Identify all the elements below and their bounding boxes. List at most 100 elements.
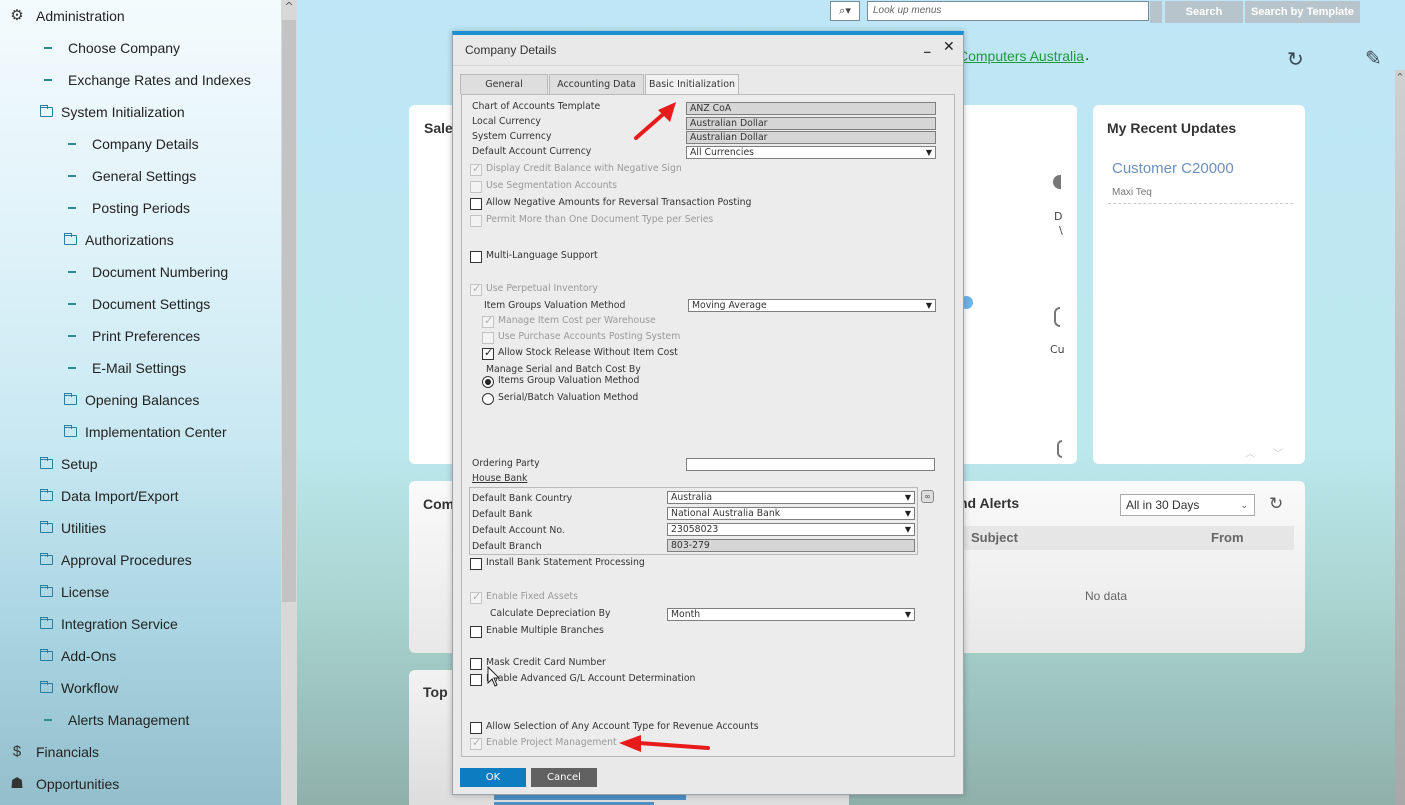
close-icon[interactable]: ✕ [943,39,955,55]
checkbox [482,332,494,344]
tab-basic-initialization[interactable]: Basic Initialization [645,74,739,95]
default-bank-select[interactable]: National Australia Bank ▼ [667,507,915,520]
recent-updates-card: My Recent Updates Customer C20000 Maxi T… [1093,105,1305,464]
dropdown-arrow-icon[interactable]: ▼ [905,508,911,519]
opportunities-icon: ☗ [10,775,24,792]
scroll-up-icon[interactable]: ^ [283,0,295,16]
calculate-depreciation-select-value: Month [671,609,701,620]
calculate-depreciation-select[interactable]: Month ▼ [667,608,915,621]
alerts-period-select[interactable]: All in 30 Days ⌄ [1120,494,1255,516]
default-account-currency-select[interactable]: All Currencies ▼ [686,146,936,159]
column-header-subject[interactable]: Subject [971,530,1018,545]
default-account-currency-label: Default Account Currency [472,146,592,157]
sidebar-item[interactable]: Data Import/Export [40,484,179,508]
default-account-no-select-value: 23058023 [671,524,719,535]
checkbox[interactable]: ✓ [482,346,494,360]
alerts-title: nd Alerts [959,495,1020,511]
system-currency-field: Australian Dollar [686,131,936,144]
sidebar-item[interactable]: Exchange Rates and Indexes [44,68,251,92]
edit-pencil-icon[interactable]: ✎ [1365,46,1382,70]
chart-bar [494,795,686,800]
checkbox[interactable] [470,626,482,638]
sidebar-item[interactable]: $ Financials [8,740,99,764]
sidebar-item[interactable]: ⚙ Administration [8,4,124,28]
sidebar-item[interactable]: Authorizations [64,228,174,252]
checkbox-label: Enable Project Management [486,737,617,748]
sidebar-item[interactable]: Posting Periods [68,196,190,220]
search-button[interactable]: Search [1165,1,1243,23]
item-groups-valuation-select[interactable]: Moving Average ▼ [688,299,936,312]
sidebar-item[interactable]: Document Settings [68,292,210,316]
recent-updates-title: My Recent Updates [1107,120,1237,136]
sidebar-item[interactable]: Print Preferences [68,324,200,348]
tab-accounting-data[interactable]: Accounting Data [549,74,644,94]
alerts-refresh-icon[interactable]: ↻ [1269,494,1283,514]
dropdown-arrow-icon[interactable]: ▼ [926,147,932,158]
sidebar-item[interactable]: Company Details [68,132,199,156]
sidebar-item-label: Document Numbering [92,264,229,280]
sidebar-item[interactable]: Alerts Management [44,708,189,732]
checkbox[interactable] [470,198,482,210]
main-scrollbar[interactable] [1395,70,1405,805]
default-account-no-select[interactable]: 23058023 ▼ [667,523,915,536]
search-type-dropdown[interactable]: ⌕▾ [830,1,860,21]
ok-button[interactable]: OK [460,768,526,787]
alerts-table-header: Subject From [954,526,1294,550]
search-divider [1150,1,1162,23]
checkbox-label: Install Bank Statement Processing [486,557,645,568]
system-currency-field-value: Australian Dollar [690,132,768,143]
sidebar-item[interactable]: Document Numbering [68,260,228,284]
sidebar-item[interactable]: Integration Service [40,612,178,636]
default-branch-field-value: 803-279 [671,540,710,551]
radio-button[interactable] [482,376,494,388]
sidebar-item[interactable]: E-Mail Settings [68,356,186,380]
sidebar-item[interactable]: Opening Balances [64,388,199,412]
sidebar-scrollbar-thumb[interactable] [282,20,296,602]
checkbox[interactable] [470,722,482,734]
dropdown-arrow-icon[interactable]: ▼ [905,524,911,535]
sidebar-item[interactable]: Choose Company [44,36,180,60]
sidebar-item[interactable]: Setup [40,452,98,476]
company-link[interactable]: Computers Australia [958,48,1084,64]
dash-icon [44,79,52,81]
dropdown-arrow-icon[interactable]: ▼ [926,300,932,311]
radio-label: Items Group Valuation Method [498,375,640,386]
dropdown-arrow-icon[interactable]: ▼ [905,492,911,503]
sidebar-item[interactable]: Implementation Center [64,420,227,444]
sidebar-item[interactable]: General Settings [68,164,196,188]
tab-general[interactable]: General [460,74,548,94]
dash-icon [68,335,76,337]
sidebar-item-label: Print Preferences [92,328,201,344]
scroll-down-chevron-icon[interactable]: ﹀ [1273,445,1283,460]
sidebar-item[interactable]: Add-Ons [40,644,116,668]
scroll-up-chevron-icon[interactable]: ︿ [1245,445,1255,460]
sidebar-item-label: Integration Service [61,616,178,632]
link-icon[interactable]: ∞ [921,490,934,503]
sidebar-item[interactable]: Approval Procedures [40,548,192,572]
sidebar-item[interactable]: License [40,580,109,604]
dialog-title: Company Details [465,43,557,57]
checkbox[interactable] [470,674,482,686]
checkbox[interactable] [470,658,482,670]
dropdown-arrow-icon[interactable]: ▼ [905,609,911,620]
checkbox[interactable] [470,251,482,263]
sidebar-item[interactable]: ☗ Opportunities [8,772,119,796]
recent-update-link[interactable]: Customer C20000 [1112,160,1234,177]
sidebar-item[interactable]: Workflow [40,676,118,700]
checkbox[interactable] [470,558,482,570]
minimize-icon[interactable]: _ [924,39,931,54]
default-bank-country-select[interactable]: Australia ▼ [667,491,915,504]
sidebar-item[interactable]: System Initialization [40,100,185,124]
house-bank-label: House Bank [472,473,528,484]
cancel-button[interactable]: Cancel [531,768,597,787]
checkbox-label: Mask Credit Card Number [486,657,606,668]
radio-button[interactable] [482,393,494,405]
search-input[interactable]: Look up menus [867,1,1149,21]
sidebar-item[interactable]: Utilities [40,516,106,540]
main-scroll-up-icon[interactable]: ^ [1395,72,1405,81]
refresh-icon[interactable]: ↻ [1287,47,1304,71]
search-by-template-button[interactable]: Search by Template [1245,1,1360,23]
ordering-party-input[interactable] [686,458,935,471]
column-header-from[interactable]: From [1211,530,1244,545]
system-currency-label: System Currency [472,131,552,142]
